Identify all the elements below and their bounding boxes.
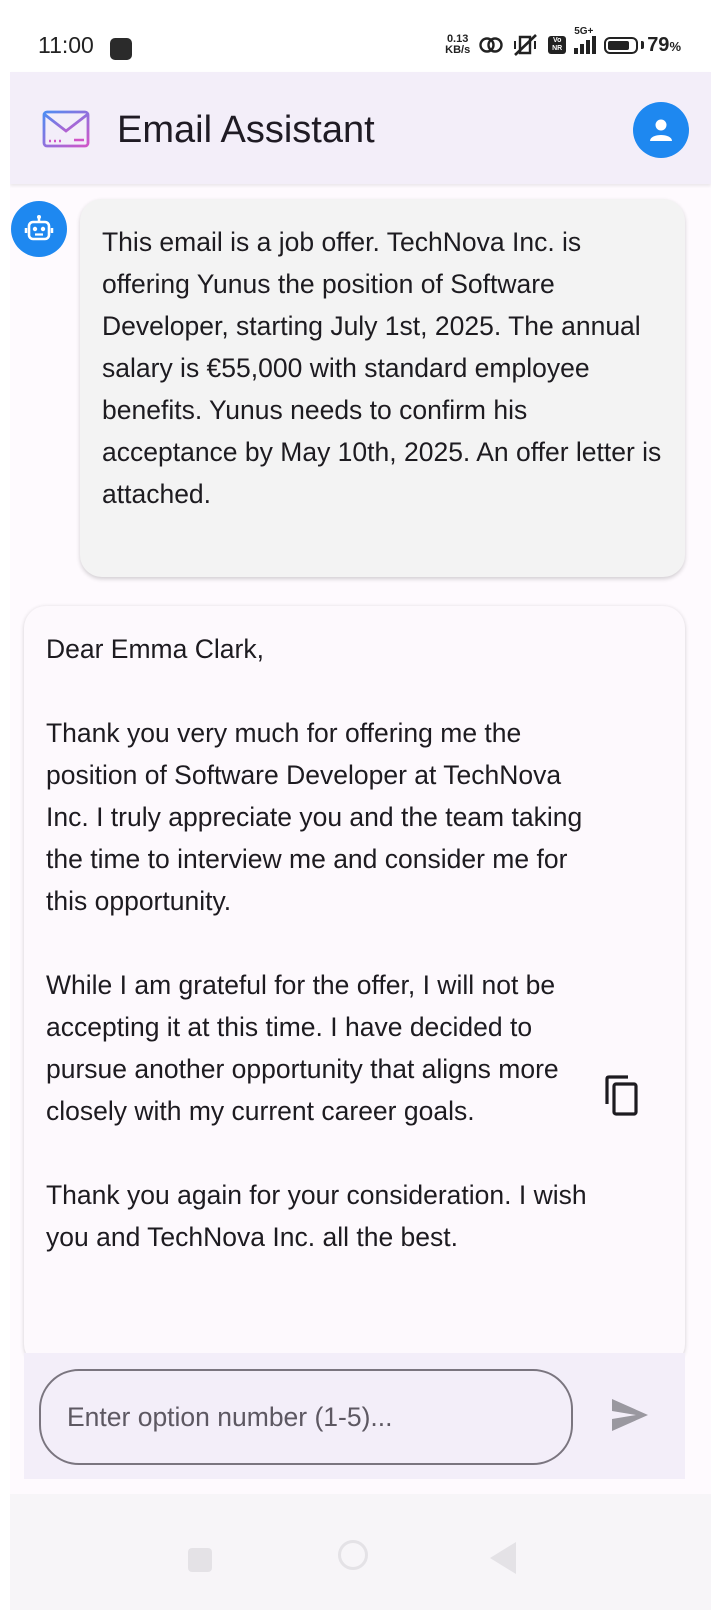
hotspot-link-icon xyxy=(479,37,503,53)
mail-icon xyxy=(42,110,90,148)
battery-indicator: 79% xyxy=(604,34,681,57)
app-screen: 11:00 0.13 KB/s Vo NR 5G+ 79% Email Assi… xyxy=(10,6,711,1610)
profile-button[interactable] xyxy=(633,102,689,158)
battery-icon xyxy=(604,36,639,54)
reply-greeting: Dear Emma Clark, xyxy=(46,634,264,664)
bot-avatar xyxy=(11,201,67,257)
vibrate-mute-icon xyxy=(514,34,538,56)
back-button[interactable] xyxy=(490,1542,516,1574)
volte-badge-icon: Vo NR xyxy=(548,36,567,54)
network-speed-unit: KB/s xyxy=(445,44,471,56)
notification-icon xyxy=(110,38,132,60)
status-time: 11:00 xyxy=(38,32,94,58)
reply-draft-card: Dear Emma Clark, Thank you very much for… xyxy=(24,606,685,1366)
recents-button[interactable] xyxy=(188,1548,212,1572)
option-number-input[interactable]: Enter option number (1-5)... xyxy=(39,1369,573,1465)
bot-message-bubble: This email is a job offer. TechNova Inc.… xyxy=(80,199,685,577)
app-title: Email Assistant xyxy=(117,109,375,151)
send-icon[interactable] xyxy=(608,1393,652,1437)
reply-paragraph-2: While I am grateful for the offer, I wil… xyxy=(46,970,559,1126)
status-bar: 11:00 0.13 KB/s Vo NR 5G+ 79% xyxy=(10,6,711,72)
battery-percent: 79% xyxy=(647,33,681,56)
input-placeholder: Enter option number (1-5)... xyxy=(67,1401,393,1432)
status-icons: 0.13 KB/s Vo NR 5G+ 79% xyxy=(445,26,681,58)
network-speed: 0.13 KB/s xyxy=(445,34,470,56)
person-icon xyxy=(650,119,672,141)
robot-icon xyxy=(24,215,54,241)
reply-paragraph-1: Thank you very much for offering me the … xyxy=(46,718,583,916)
app-bar: Email Assistant xyxy=(10,72,711,184)
network-type-label: 5G+ xyxy=(574,26,594,37)
system-nav-bar xyxy=(10,1494,711,1610)
copy-icon[interactable] xyxy=(602,1074,642,1118)
home-button[interactable] xyxy=(338,1540,368,1570)
signal-icon: 5G+ xyxy=(574,26,597,54)
input-bar: Enter option number (1-5)... xyxy=(24,1353,685,1479)
reply-draft-text: Dear Emma Clark, Thank you very much for… xyxy=(46,628,591,1300)
reply-paragraph-3: Thank you again for your consideration. … xyxy=(46,1180,587,1252)
